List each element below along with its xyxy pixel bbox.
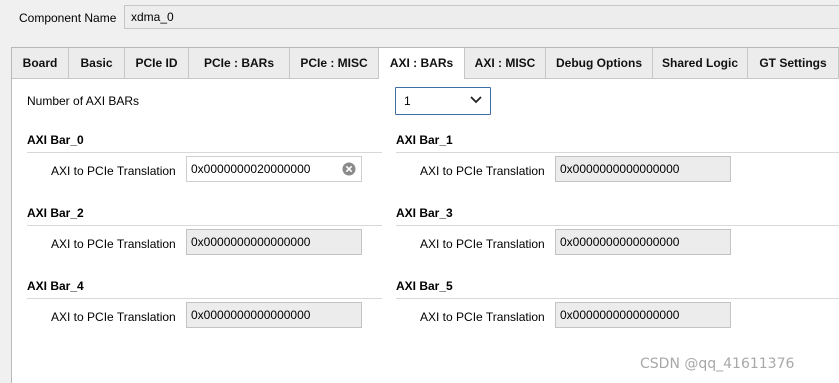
axi-bar-2-translation-input: 0x0000000000000000 — [186, 229, 362, 255]
axi-bar-3-divider — [396, 225, 839, 226]
axi-bar-0-group: AXI Bar_0 AXI to PCIe Translation 0x0000… — [27, 133, 382, 193]
tab-board[interactable]: Board — [12, 48, 69, 78]
axi-bar-5-title: AXI Bar_5 — [396, 279, 453, 293]
tab-panel: Board Basic PCIe ID PCIe : BARs PCIe : M… — [11, 47, 839, 383]
axi-bar-5-field-label: AXI to PCIe Translation — [420, 310, 545, 324]
axi-bar-2-translation-value: 0x0000000000000000 — [191, 235, 311, 249]
tab-shared-logic[interactable]: Shared Logic — [653, 48, 748, 78]
num-axi-bars-select[interactable]: 1 — [395, 87, 491, 115]
component-name-input[interactable] — [124, 5, 839, 29]
axi-bar-0-divider — [27, 152, 382, 153]
axi-bar-5-translation-value: 0x0000000000000000 — [560, 308, 680, 322]
tab-debug-options[interactable]: Debug Options — [546, 48, 653, 78]
num-axi-bars-label: Number of AXI BARs — [27, 94, 140, 108]
tab-axi-bars[interactable]: AXI : BARs — [379, 48, 465, 79]
tab-pcie-id[interactable]: PCIe ID — [125, 48, 189, 78]
axi-bar-0-title: AXI Bar_0 — [27, 133, 84, 147]
axi-bar-2-field-label: AXI to PCIe Translation — [51, 237, 176, 251]
axi-bar-4-divider — [27, 298, 382, 299]
axi-bar-2-title: AXI Bar_2 — [27, 206, 84, 220]
axi-bar-1-title: AXI Bar_1 — [396, 133, 453, 147]
axi-bar-4-title: AXI Bar_4 — [27, 279, 84, 293]
tab-bar: Board Basic PCIe ID PCIe : BARs PCIe : M… — [12, 48, 839, 79]
axi-bar-5-group: AXI Bar_5 AXI to PCIe Translation 0x0000… — [396, 279, 839, 339]
axi-bar-1-group: AXI Bar_1 AXI to PCIe Translation 0x0000… — [396, 133, 839, 193]
axi-bar-4-translation-input: 0x0000000000000000 — [186, 302, 362, 328]
chevron-down-icon — [470, 96, 482, 104]
tab-pcie-misc[interactable]: PCIe : MISC — [290, 48, 379, 78]
axi-bar-2-divider — [27, 225, 382, 226]
component-name-row: Component Name — [0, 0, 839, 37]
axi-bar-3-group: AXI Bar_3 AXI to PCIe Translation 0x0000… — [396, 206, 839, 266]
axi-bar-0-field-label: AXI to PCIe Translation — [51, 164, 176, 178]
axi-bar-1-field-label: AXI to PCIe Translation — [420, 164, 545, 178]
tab-basic[interactable]: Basic — [69, 48, 125, 78]
tab-gt-settings[interactable]: GT Settings — [748, 48, 839, 78]
axi-bar-2-group: AXI Bar_2 AXI to PCIe Translation 0x0000… — [27, 206, 382, 266]
axi-bar-3-translation-value: 0x0000000000000000 — [560, 235, 680, 249]
axi-bar-3-title: AXI Bar_3 — [396, 206, 453, 220]
axi-bar-4-group: AXI Bar_4 AXI to PCIe Translation 0x0000… — [27, 279, 382, 339]
tab-pcie-bars[interactable]: PCIe : BARs — [189, 48, 290, 78]
axi-bar-5-translation-input: 0x0000000000000000 — [555, 302, 731, 328]
tab-axi-misc[interactable]: AXI : MISC — [465, 48, 546, 78]
watermark-text: CSDN @qq_41611376 — [640, 356, 795, 372]
xdma-customize-ip-dialog: Component Name Board Basic PCIe ID PCIe … — [0, 0, 839, 383]
axi-bar-1-translation-value: 0x0000000000000000 — [560, 162, 680, 176]
clear-circle-x-icon[interactable] — [342, 162, 356, 176]
axi-bar-5-divider — [396, 298, 839, 299]
axi-bar-3-field-label: AXI to PCIe Translation — [420, 237, 545, 251]
num-axi-bars-value: 1 — [404, 94, 411, 108]
component-name-label: Component Name — [19, 11, 117, 25]
axi-bars-content: Number of AXI BARs 1 AXI Bar_0 AXI to PC… — [12, 79, 839, 383]
axi-bar-0-translation-input[interactable]: 0x0000000020000000 — [186, 156, 362, 182]
axi-bar-4-field-label: AXI to PCIe Translation — [51, 310, 176, 324]
axi-bar-0-translation-value: 0x0000000020000000 — [191, 162, 311, 176]
axi-bar-3-translation-input: 0x0000000000000000 — [555, 229, 731, 255]
axi-bar-4-translation-value: 0x0000000000000000 — [191, 308, 311, 322]
axi-bar-1-translation-input: 0x0000000000000000 — [555, 156, 731, 182]
axi-bar-1-divider — [396, 152, 839, 153]
